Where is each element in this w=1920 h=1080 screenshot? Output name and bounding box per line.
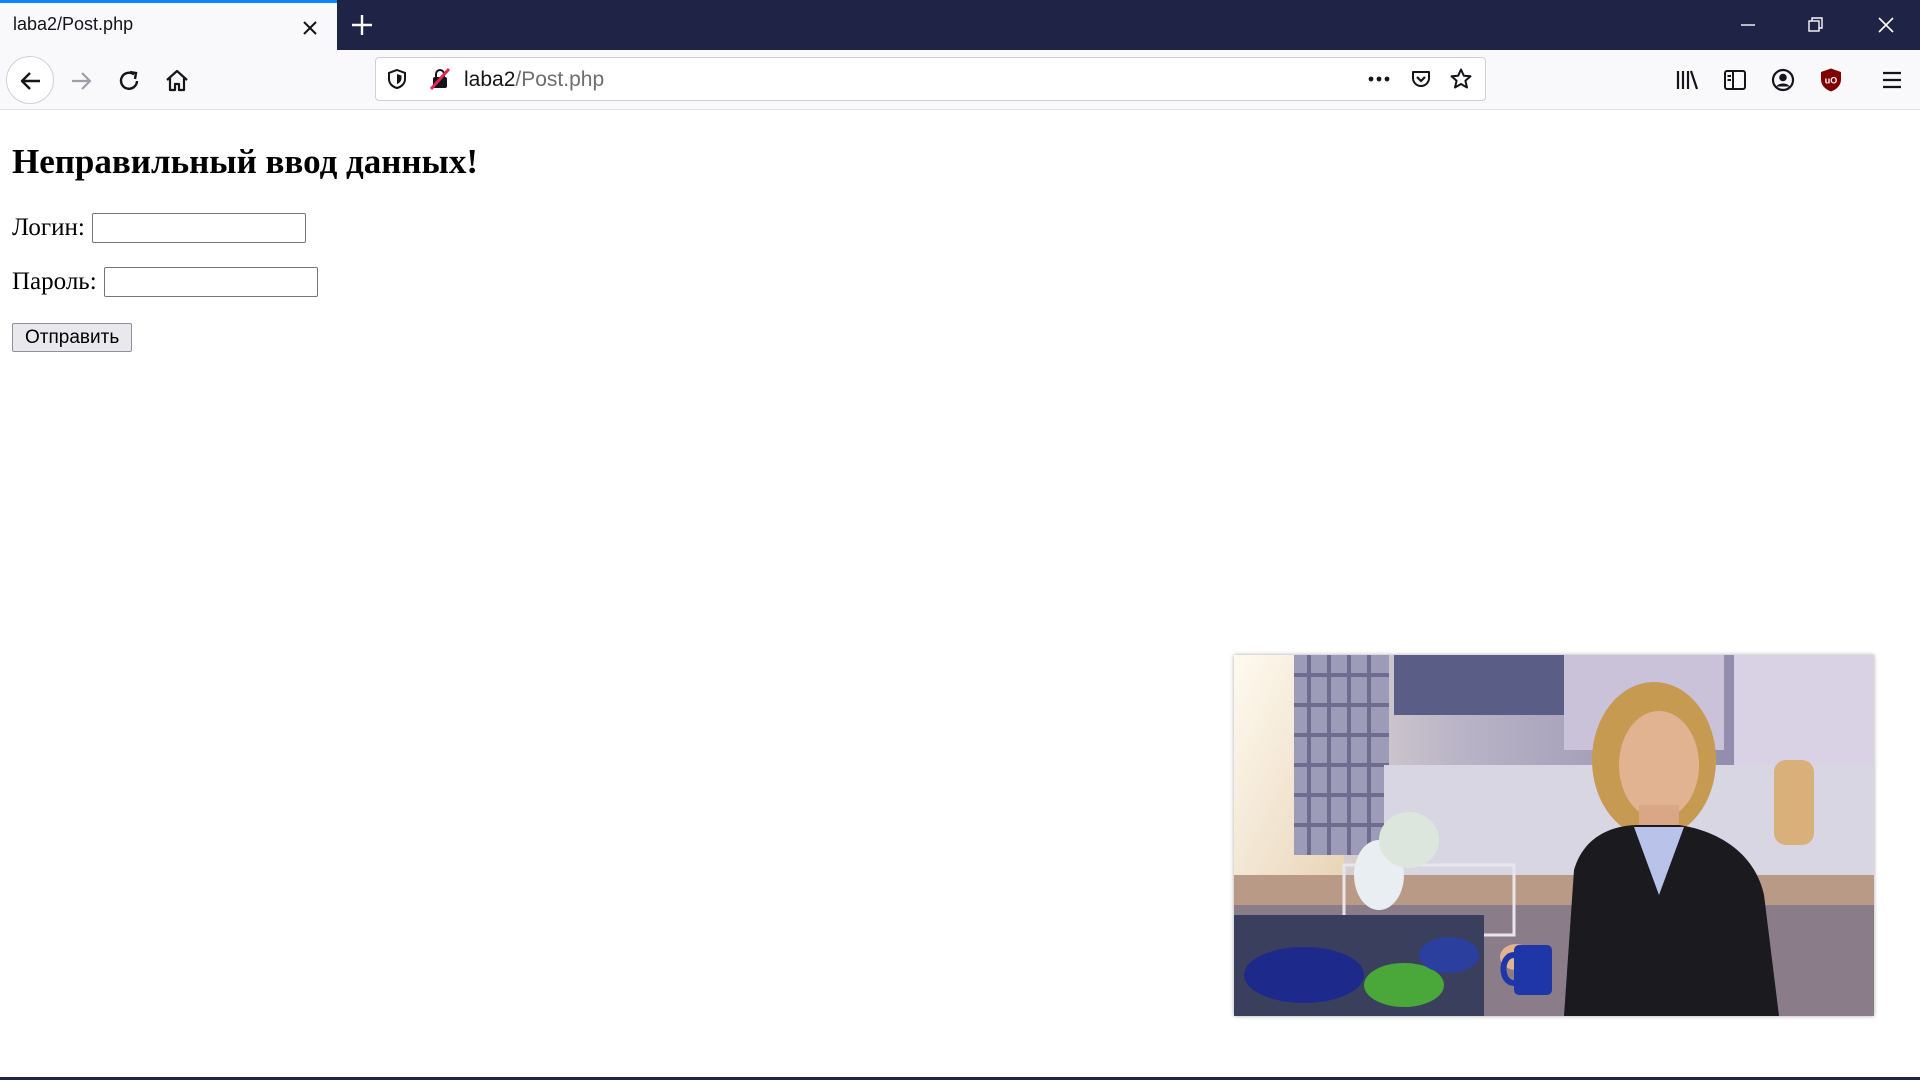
arrow-right-icon — [72, 72, 92, 90]
login-input[interactable] — [91, 213, 306, 243]
login-label: Логин: — [12, 214, 85, 241]
minimize-icon[interactable] — [1714, 0, 1782, 50]
forward-button[interactable] — [60, 60, 100, 100]
home-icon — [166, 69, 188, 92]
url-bar[interactable]: laba2/Post.php — [375, 57, 1486, 101]
tab-active[interactable]: laba2/Post.php — [0, 0, 337, 50]
url-host: laba2 — [464, 68, 516, 91]
tab-close-icon[interactable] — [298, 16, 322, 40]
submit-button[interactable]: Отправить — [12, 323, 133, 352]
navigation-toolbar: laba2/Post.php uO — [0, 50, 1920, 110]
login-row: Логин: — [12, 212, 306, 244]
account-icon[interactable] — [1770, 67, 1796, 93]
sidebar-icon[interactable] — [1722, 67, 1748, 93]
password-input[interactable] — [103, 267, 318, 297]
url-text[interactable]: laba2/Post.php — [464, 68, 604, 92]
library-icon[interactable] — [1674, 67, 1700, 93]
star-icon[interactable] — [1449, 67, 1473, 91]
hamburger-menu-icon[interactable] — [1879, 67, 1905, 93]
pocket-icon[interactable] — [1409, 67, 1433, 91]
restore-icon[interactable] — [1782, 0, 1850, 50]
shield-icon[interactable] — [385, 67, 409, 91]
reload-icon — [119, 70, 139, 90]
password-row: Пароль: — [12, 266, 318, 298]
more-horizontal-icon[interactable] — [1366, 67, 1390, 91]
tab-bar: laba2/Post.php — [0, 0, 1920, 50]
insecure-lock-icon[interactable] — [428, 67, 452, 91]
reload-button[interactable] — [108, 60, 148, 100]
new-tab-plus-icon[interactable] — [346, 9, 378, 41]
ublock-origin-icon[interactable]: uO — [1818, 67, 1844, 93]
back-button[interactable] — [6, 56, 54, 104]
page-heading: Неправильный ввод данных! — [12, 142, 479, 181]
url-path: /Post.php — [515, 68, 605, 91]
svg-text:uO: uO — [1825, 76, 1838, 86]
video-frame — [1234, 655, 1874, 1016]
picture-in-picture-video[interactable] — [1234, 655, 1874, 1016]
home-button[interactable] — [156, 60, 196, 100]
password-label: Пароль: — [12, 268, 97, 295]
close-window-icon[interactable] — [1852, 0, 1920, 50]
tab-title: laba2/Post.php — [13, 14, 134, 34]
arrow-left-icon — [20, 72, 40, 90]
